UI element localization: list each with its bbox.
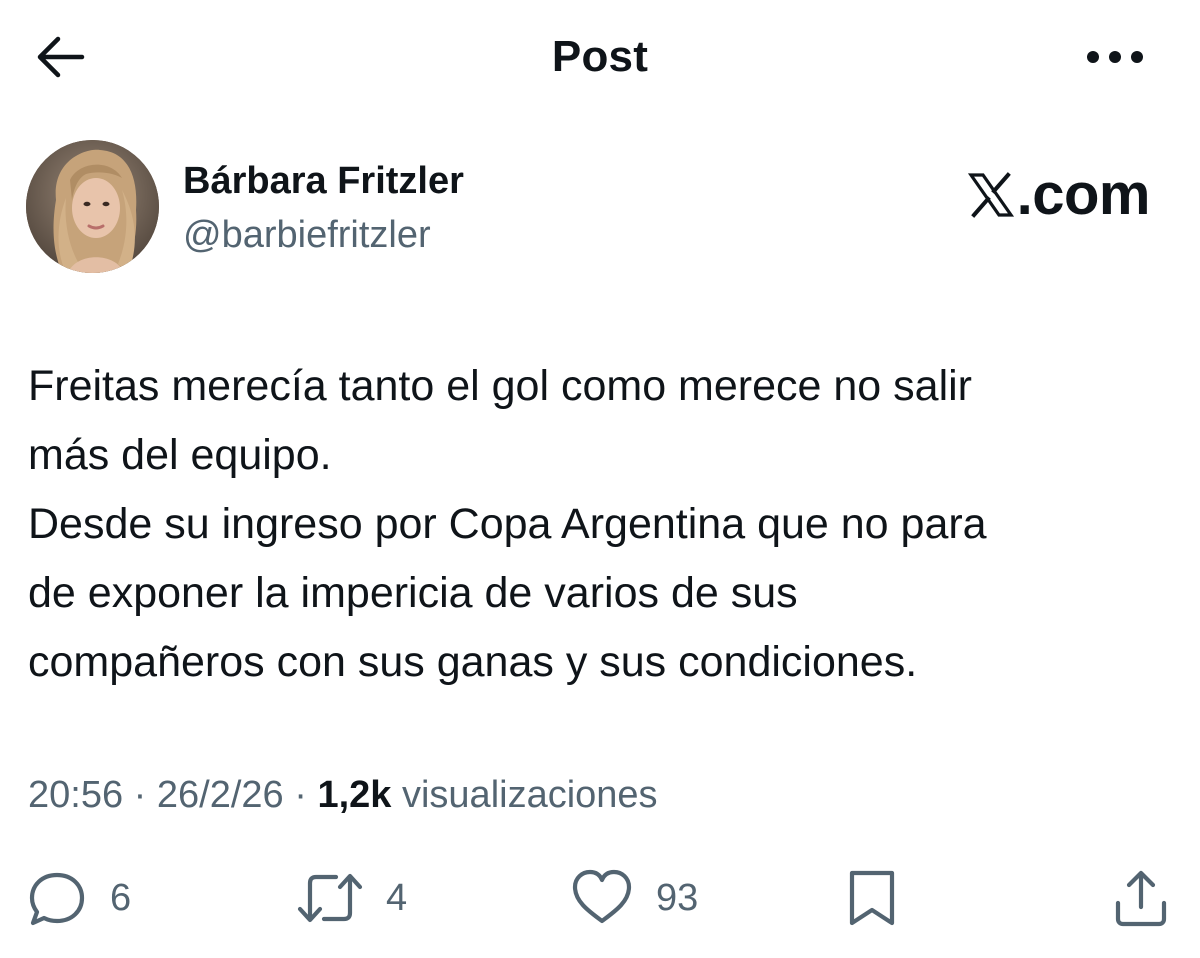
post-text-line: más del equipo. xyxy=(28,431,332,479)
heart-icon xyxy=(572,869,632,924)
author-row: Bárbara Fritzler @barbiefritzler .com xyxy=(26,140,1176,275)
reply-icon xyxy=(29,872,85,926)
source-watermark: .com xyxy=(967,162,1151,227)
post-meta: 20:56 · 26/2/26 · 1,2k visualizaciones xyxy=(28,770,658,820)
share-icon xyxy=(1115,870,1167,927)
author-name[interactable]: Bárbara Fritzler xyxy=(183,158,464,204)
share-button[interactable] xyxy=(1110,860,1172,936)
x-logo-icon xyxy=(967,172,1014,218)
views-label: visualizaciones xyxy=(401,774,658,816)
action-bar: 6 4 93 xyxy=(0,860,1200,940)
views-count: 1,2k xyxy=(317,774,392,816)
post-text: Freitas merecía tanto el gol como merece… xyxy=(28,352,1178,697)
page-title: Post xyxy=(551,32,649,81)
repost-count: 4 xyxy=(386,877,408,919)
repost-icon xyxy=(297,873,363,923)
meta-separator: · xyxy=(294,774,307,816)
reply-button[interactable]: 6 xyxy=(26,860,131,936)
repost-button[interactable]: 4 xyxy=(296,860,407,936)
more-horizontal-icon xyxy=(1087,51,1143,63)
post-text-line: Desde su ingreso por Copa Argentina que … xyxy=(28,500,987,548)
profile-photo xyxy=(26,140,159,273)
like-button[interactable]: 93 xyxy=(570,860,698,936)
post-text-line: compañeros con sus ganas y sus condicion… xyxy=(28,638,918,686)
post-text-line: de exponer la impericia de varios de sus xyxy=(28,569,798,617)
bookmark-icon xyxy=(849,870,895,926)
more-button[interactable] xyxy=(1080,30,1150,84)
reply-count: 6 xyxy=(110,877,132,919)
top-bar: Post xyxy=(0,0,1200,115)
bookmark-button[interactable] xyxy=(846,860,898,936)
avatar[interactable] xyxy=(26,140,159,273)
post-text-line: Freitas merecía tanto el gol como merece… xyxy=(28,362,973,410)
post-date[interactable]: 26/2/26 xyxy=(157,774,284,816)
source-domain: .com xyxy=(1016,162,1151,227)
like-count: 93 xyxy=(656,877,699,919)
meta-separator: · xyxy=(133,774,147,816)
author-handle[interactable]: @barbiefritzler xyxy=(183,212,431,258)
post-time[interactable]: 20:56 xyxy=(28,774,123,816)
